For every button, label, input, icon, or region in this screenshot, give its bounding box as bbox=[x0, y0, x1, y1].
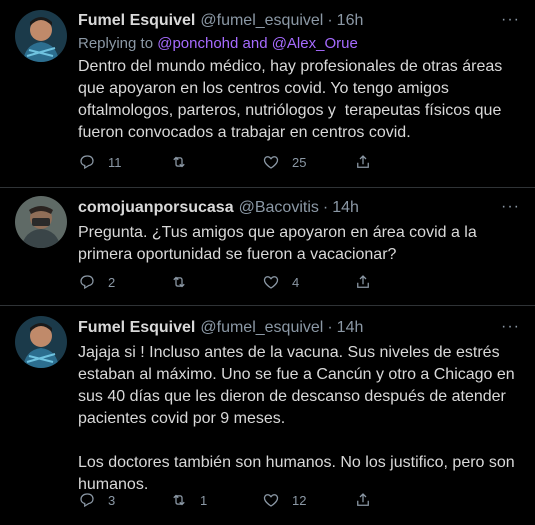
like-icon bbox=[263, 276, 279, 289]
more-options-icon[interactable]: ··· bbox=[501, 11, 520, 29]
retweet-icon bbox=[173, 494, 185, 506]
tweet-text: Jajaja si ! Incluso antes de la vacuna. … bbox=[78, 344, 515, 493]
reply-button[interactable]: 11 bbox=[78, 153, 170, 171]
like-button[interactable]: 12 bbox=[262, 491, 354, 509]
more-options-icon[interactable]: ··· bbox=[501, 198, 520, 216]
like-count: 25 bbox=[292, 154, 307, 170]
timestamp[interactable]: 14h bbox=[332, 198, 359, 218]
user-handle[interactable]: @fumel_esquivel bbox=[200, 318, 323, 338]
share-icon bbox=[357, 275, 369, 288]
replying-users-link[interactable]: @ponchohd and @Alex_Orue bbox=[157, 35, 358, 52]
retweet-count: 1 bbox=[200, 492, 208, 508]
avatar[interactable] bbox=[15, 10, 67, 62]
tweet-3[interactable]: Fumel Esquivel @fumel_esquivel · 14h ···… bbox=[0, 306, 535, 525]
tweet-text: Pregunta. ¿Tus amigos que apoyaron en ár… bbox=[78, 224, 482, 263]
replying-label: Replying to bbox=[78, 35, 154, 52]
display-name[interactable]: Fumel Esquivel bbox=[78, 11, 195, 31]
user-handle[interactable]: @Bacovitis bbox=[239, 198, 319, 218]
like-icon bbox=[263, 156, 279, 169]
more-options-icon[interactable]: ··· bbox=[501, 318, 520, 336]
display-name[interactable]: Fumel Esquivel bbox=[78, 318, 195, 338]
separator: · bbox=[322, 199, 329, 216]
separator: · bbox=[327, 12, 333, 29]
like-count: 12 bbox=[292, 492, 307, 508]
action-bar: 2 4 bbox=[78, 273, 520, 291]
share-icon bbox=[357, 155, 369, 168]
reply-icon bbox=[80, 155, 94, 170]
replying-to: Replying to @ponchohd and @Alex_Orue bbox=[78, 35, 520, 52]
retweet-button[interactable] bbox=[170, 153, 262, 171]
avatar[interactable] bbox=[15, 196, 67, 248]
tweet-2[interactable]: comojuanporsucasa @Bacovitis · 14h ··· P… bbox=[0, 188, 535, 306]
reply-button[interactable]: 2 bbox=[78, 273, 170, 291]
like-button[interactable]: 25 bbox=[262, 153, 354, 171]
display-name[interactable]: comojuanporsucasa bbox=[78, 198, 234, 218]
avatar[interactable] bbox=[15, 316, 67, 368]
like-count: 4 bbox=[292, 274, 300, 290]
tweet-header: comojuanporsucasa @Bacovitis · 14h bbox=[78, 198, 520, 218]
share-button[interactable] bbox=[354, 153, 446, 171]
like-icon bbox=[263, 494, 279, 507]
retweet-icon bbox=[173, 156, 185, 168]
separator: · bbox=[327, 319, 333, 336]
timestamp[interactable]: 16h bbox=[337, 11, 364, 31]
share-button[interactable] bbox=[354, 491, 446, 509]
reply-count: 11 bbox=[108, 154, 122, 170]
user-handle[interactable]: @fumel_esquivel bbox=[200, 11, 323, 31]
tweet-header: Fumel Esquivel @fumel_esquivel · 14h bbox=[78, 318, 520, 338]
share-button[interactable] bbox=[354, 273, 446, 291]
reply-count: 3 bbox=[108, 492, 116, 508]
tweet-1[interactable]: Fumel Esquivel @fumel_esquivel · 16h ···… bbox=[0, 0, 535, 188]
action-bar: 3 1 12 bbox=[78, 491, 520, 509]
tweet-header: Fumel Esquivel @fumel_esquivel · 16h bbox=[78, 11, 520, 31]
like-button[interactable]: 4 bbox=[262, 273, 354, 291]
retweet-button[interactable] bbox=[170, 273, 262, 291]
reply-icon bbox=[80, 493, 94, 508]
reply-button[interactable]: 3 bbox=[78, 491, 170, 509]
retweet-icon bbox=[173, 276, 185, 288]
action-bar: 11 25 bbox=[78, 153, 520, 171]
tweet-text: Dentro del mundo médico, hay profesional… bbox=[78, 58, 507, 141]
reply-icon bbox=[80, 275, 94, 290]
share-icon bbox=[357, 493, 369, 506]
retweet-button[interactable]: 1 bbox=[170, 491, 262, 509]
reply-count: 2 bbox=[108, 274, 116, 290]
timestamp[interactable]: 14h bbox=[337, 318, 364, 338]
